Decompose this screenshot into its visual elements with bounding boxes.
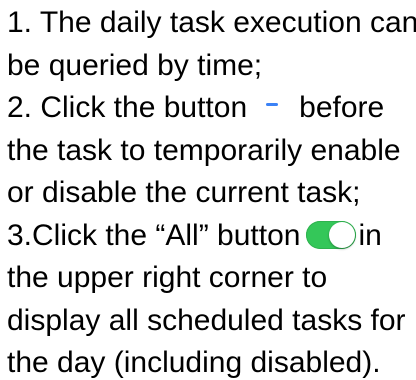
- item-3-text-post: in: [358, 219, 382, 252]
- item-1-line-2: be queried by time;: [7, 49, 263, 82]
- minus-icon: [257, 93, 287, 123]
- item-2-line-2: the task to temporarily enable: [7, 134, 401, 167]
- item-2-text-pre: 2. Click the button: [7, 91, 248, 124]
- item-3-line-2: the upper right corner to: [7, 261, 328, 294]
- item-2-line-1: 2. Click the button before: [7, 91, 384, 125]
- item-1-line-1: 1. The daily task execution can: [7, 6, 416, 39]
- item-2-text-post: before: [299, 91, 385, 124]
- item-2-line-3: or disable the current task;: [7, 176, 361, 209]
- item-3-text-pre: 3.Click the “All” button: [7, 219, 301, 252]
- toggle-switch-icon: [306, 221, 357, 249]
- item-3-line-4: the day (including disabled).: [7, 346, 381, 379]
- item-3-line-1: 3.Click the “All” button in: [7, 219, 382, 253]
- item-3-line-3: display all scheduled tasks for: [7, 304, 406, 337]
